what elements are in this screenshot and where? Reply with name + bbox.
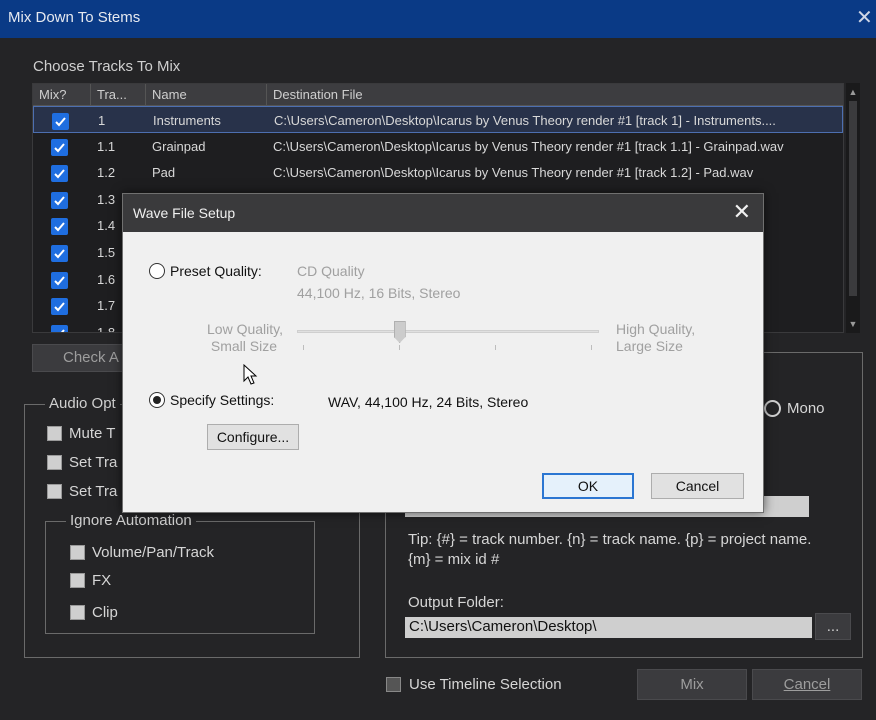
fx-label: FX: [92, 572, 112, 589]
preset-quality-radio[interactable]: [149, 263, 165, 279]
slider-tick: [495, 345, 496, 350]
mono-label: Mono: [787, 400, 825, 417]
mono-radio[interactable]: [764, 400, 781, 417]
dialog-title: Wave File Setup: [133, 205, 236, 221]
audio-options-label: Audio Opt: [45, 395, 120, 412]
set-tracks-checkbox-1[interactable]: [47, 455, 62, 470]
table-row[interactable]: 1.1 Grainpad C:\Users\Cameron\Desktop\Icar…: [33, 133, 843, 160]
high-quality-label: High Quality,: [616, 321, 696, 337]
column-header-destination[interactable]: Destination File: [267, 84, 843, 106]
column-header-name[interactable]: Name: [146, 84, 267, 106]
clip-checkbox[interactable]: [70, 605, 85, 620]
preset-name: CD Quality: [297, 263, 365, 279]
tracks-section-label: Choose Tracks To Mix: [33, 58, 181, 75]
track-name: Instruments: [153, 113, 221, 128]
destination-file: C:\Users\Cameron\Desktop\Icarus by Venus…: [274, 113, 776, 128]
output-folder-input[interactable]: C:\Users\Cameron\Desktop\: [405, 617, 812, 638]
column-header-track[interactable]: Tra...: [91, 84, 146, 106]
close-icon[interactable]: ✕: [856, 8, 876, 28]
quality-slider-thumb[interactable]: [393, 321, 406, 343]
specify-settings-label: Specify Settings:: [170, 392, 275, 408]
set-tracks-checkbox-2[interactable]: [47, 484, 62, 499]
mix-button[interactable]: Mix: [637, 669, 747, 700]
browse-folder-button[interactable]: ...: [815, 613, 851, 640]
mix-checkbox[interactable]: [51, 324, 68, 332]
slider-tick: [303, 345, 304, 350]
mix-checkbox[interactable]: [51, 245, 68, 262]
specify-settings-radio[interactable]: [149, 392, 165, 408]
mix-checkbox[interactable]: [51, 191, 68, 209]
clip-label: Clip: [92, 604, 118, 621]
tracks-scrollbar[interactable]: ▲ ▼: [846, 83, 860, 333]
check-all-button[interactable]: Check A: [32, 344, 132, 372]
quality-slider-track[interactable]: [297, 330, 599, 333]
scroll-thumb[interactable]: [849, 101, 857, 296]
mix-checkbox[interactable]: [51, 138, 68, 156]
destination-file: C:\Users\Cameron\Desktop\Icarus by Venus…: [273, 138, 784, 154]
low-quality-label: Low Quality,: [207, 321, 283, 337]
configure-button[interactable]: Configure...: [207, 424, 299, 450]
track-name: Grainpad: [152, 138, 206, 154]
ignore-automation-label: Ignore Automation: [66, 512, 196, 529]
track-number: 1.2: [97, 165, 116, 181]
scroll-down-icon[interactable]: ▼: [846, 317, 860, 331]
scroll-up-icon[interactable]: ▲: [846, 85, 860, 99]
track-number: 1: [98, 113, 106, 128]
dialog-cancel-button[interactable]: Cancel: [651, 473, 744, 499]
track-name: Pad: [152, 165, 176, 181]
mix-checkbox[interactable]: [51, 218, 68, 236]
mix-checkbox[interactable]: [51, 165, 68, 183]
ignore-automation-group: [45, 521, 315, 634]
cancel-button[interactable]: Cancel: [752, 669, 862, 700]
volume-pan-track-checkbox[interactable]: [70, 545, 85, 560]
slider-tick: [591, 345, 592, 350]
preset-quality-label: Preset Quality:: [170, 263, 262, 279]
mute-tracks-checkbox[interactable]: [47, 426, 62, 441]
mute-tracks-label: Mute T: [69, 425, 116, 442]
small-size-label: Small Size: [210, 338, 277, 354]
slider-tick: [399, 345, 400, 350]
window-title: Mix Down To Stems: [8, 9, 141, 26]
mix-checkbox[interactable]: [51, 271, 68, 289]
track-number: 1.1: [97, 138, 116, 154]
mouse-cursor-icon: [243, 364, 258, 385]
table-row[interactable]: 1 Instruments C:\Users\Cameron\Desktop\Ica…: [33, 106, 843, 133]
dialog-titlebar: Wave File Setup ✕: [123, 194, 763, 232]
specify-settings-value: WAV, 44,100 Hz, 24 Bits, Stereo: [328, 394, 529, 410]
tip-text: Tip: {#} = track number. {n} = track nam…: [408, 531, 812, 568]
fx-checkbox[interactable]: [70, 573, 85, 588]
table-row[interactable]: 1.2 Pad C:\Users\Cameron\Desktop\Icarus by…: [33, 159, 843, 186]
ok-button[interactable]: OK: [542, 473, 634, 499]
mix-checkbox[interactable]: [52, 113, 69, 130]
column-header-mix[interactable]: Mix?: [33, 84, 91, 106]
destination-file: C:\Users\Cameron\Desktop\Icarus by Venus…: [273, 165, 754, 181]
set-tracks-label-1: Set Tra: [69, 454, 118, 471]
mix-down-window: Mix Down To Stems ✕ Choose Tracks To Mix…: [0, 0, 876, 720]
window-titlebar: Mix Down To Stems ✕: [0, 0, 876, 38]
large-size-label: Large Size: [616, 338, 683, 354]
volume-pan-track-label: Volume/Pan/Track: [92, 544, 214, 561]
output-folder-label: Output Folder:: [408, 594, 504, 611]
set-tracks-label-2: Set Tra: [69, 483, 118, 500]
preset-description: 44,100 Hz, 16 Bits, Stereo: [297, 285, 461, 301]
use-timeline-label: Use Timeline Selection: [409, 676, 562, 693]
use-timeline-checkbox[interactable]: [386, 677, 401, 692]
mix-checkbox[interactable]: [51, 298, 68, 316]
table-header: Mix? Tra... Name Destination File: [33, 84, 843, 106]
dialog-close-icon[interactable]: ✕: [733, 201, 751, 223]
wave-file-setup-dialog: Wave File Setup ✕ Preset Quality: CD Qua…: [122, 193, 764, 513]
